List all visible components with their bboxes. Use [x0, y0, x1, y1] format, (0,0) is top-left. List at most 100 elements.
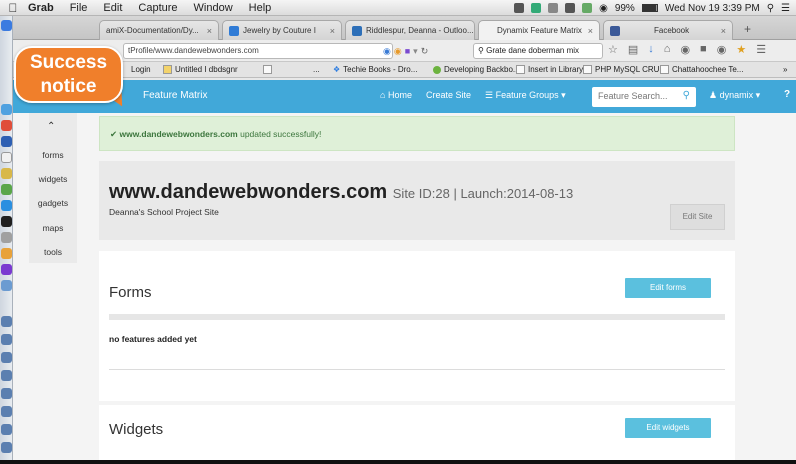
sidebar-item-tools[interactable]: tools	[29, 247, 77, 257]
dock-app-icon[interactable]	[1, 424, 12, 435]
extension-icon[interactable]: ★	[736, 43, 746, 56]
site-domain: www.dandewebwonders.com Site ID:28 | Lau…	[109, 181, 573, 204]
dock-app-icon[interactable]	[1, 370, 12, 381]
section-title: Widgets	[109, 421, 164, 438]
bookmark-item[interactable]: Insert in Library	[516, 65, 583, 74]
menu-file[interactable]: File	[62, 2, 96, 14]
browser-tab-active[interactable]: Dynamix Feature Matrix ×	[478, 20, 600, 40]
menubar-clock[interactable]: Wed Nov 19 3:39 PM	[665, 3, 760, 14]
app-brand[interactable]: Feature Matrix	[143, 90, 207, 101]
menu-icon[interactable]: ☰	[756, 43, 766, 56]
close-icon[interactable]: ×	[588, 26, 593, 36]
dock-app-icon[interactable]	[1, 248, 12, 259]
edit-forms-button[interactable]: Edit forms	[625, 278, 711, 298]
bookmark-item[interactable]: Untitled I dbdsgnr	[163, 65, 238, 74]
reading-list-icon[interactable]: ▤	[628, 43, 638, 56]
dock-app-icon[interactable]	[1, 442, 12, 453]
dock-app-icon[interactable]	[1, 264, 12, 275]
menu-grab[interactable]: Grab	[20, 2, 62, 14]
dock-app-icon[interactable]	[1, 152, 12, 163]
dropdown-icon[interactable]: ▾	[413, 46, 418, 57]
spotlight-icon[interactable]: ⚲	[767, 3, 774, 14]
notification-center-icon[interactable]: ☰	[781, 3, 790, 14]
sidebar-item-maps[interactable]: maps	[29, 223, 77, 233]
nav-feature-groups[interactable]: ☰ Feature Groups ▾	[485, 90, 566, 101]
status-app-icon[interactable]	[548, 3, 559, 13]
caret-down-icon: ▾	[561, 90, 566, 100]
dock-app-icon[interactable]	[1, 316, 12, 327]
dock-app-icon[interactable]	[1, 388, 12, 399]
help-icon[interactable]: ?	[784, 89, 790, 100]
status-app-icon[interactable]	[531, 3, 542, 13]
extension-icon[interactable]: ■	[700, 43, 707, 56]
browser-search-field[interactable]: ⚲ Grate dane doberman mix	[473, 43, 603, 59]
bookmark-item[interactable]	[263, 65, 272, 74]
user-icon: ♟	[709, 90, 718, 100]
feature-search-input[interactable]: Feature Search... ⚲	[592, 87, 696, 107]
browser-tab[interactable]: amiX-Documentation/Dy... ×	[99, 20, 219, 40]
bookmark-item[interactable]: Login	[131, 65, 151, 74]
bookmark-item[interactable]: Developing Backbo...	[433, 65, 520, 74]
sidebar-item-gadgets[interactable]: gadgets	[29, 198, 77, 208]
edit-widgets-button[interactable]: Edit widgets	[625, 418, 711, 438]
menu-capture[interactable]: Capture	[130, 2, 185, 14]
browser-tab[interactable]: Riddlespur, Deanna - Outloo... ×	[345, 20, 475, 40]
nav-create-site[interactable]: Create Site	[426, 90, 471, 101]
download-icon[interactable]: ↓	[648, 43, 654, 56]
star-icon[interactable]: ☆	[608, 43, 618, 56]
success-alert: ✔ www.dandewebwonders.com updated succes…	[99, 116, 735, 151]
bookmark-item[interactable]: PHP MySQL CRU...	[583, 65, 666, 74]
reload-icon[interactable]: ↻	[421, 46, 429, 57]
close-icon[interactable]: ×	[721, 26, 726, 36]
status-app-icon[interactable]	[582, 3, 593, 13]
dock-app-icon[interactable]	[1, 136, 12, 147]
apple-icon[interactable]: 	[6, 1, 20, 15]
home-icon[interactable]: ⌂	[664, 43, 671, 56]
chevron-up-icon[interactable]: ⌃	[47, 121, 55, 132]
extension-icon[interactable]: ◉	[717, 43, 727, 56]
addon-icon[interactable]: ◉	[383, 46, 391, 57]
forms-section: Forms Edit forms no features added yet	[99, 251, 735, 401]
menu-window[interactable]: Window	[186, 2, 241, 14]
dock-app-icon[interactable]	[1, 200, 12, 211]
dock-app-icon[interactable]	[1, 334, 12, 345]
status-app-icon[interactable]	[514, 3, 525, 13]
status-app-icon[interactable]	[565, 3, 576, 13]
browser-tab[interactable]: Jewelry by Couture I ×	[222, 20, 342, 40]
new-tab-icon[interactable]: +	[744, 22, 751, 36]
widgets-section: Widgets Edit widgets	[99, 405, 735, 464]
battery-percent[interactable]: 99%	[615, 3, 635, 14]
addon-icon[interactable]: ◉	[394, 46, 402, 57]
bookmarks-overflow[interactable]: ...	[313, 65, 320, 74]
dock-app-icon[interactable]	[1, 352, 12, 363]
bookmarks-chevron-icon[interactable]: »	[783, 65, 787, 74]
search-icon[interactable]: ⚲	[683, 90, 690, 101]
dock-app-icon[interactable]	[1, 20, 12, 31]
dock-app-icon[interactable]	[1, 120, 12, 131]
user-menu[interactable]: ♟ dynamix ▾	[709, 90, 760, 101]
bookmark-item[interactable]: Chattahoochee Te...	[660, 65, 743, 74]
site-header: www.dandewebwonders.com Site ID:28 | Lau…	[99, 161, 735, 240]
address-bar[interactable]: tProfile/www.dandewebwonders.com	[123, 43, 393, 59]
dock-app-icon[interactable]	[1, 406, 12, 417]
bookmark-item[interactable]: ❖ Techie Books - Dro...	[333, 65, 417, 74]
sidebar-item-forms[interactable]: forms	[29, 150, 77, 160]
dock-app-icon[interactable]	[1, 216, 12, 227]
addon-icon[interactable]: ■	[405, 46, 410, 56]
wifi-icon[interactable]: ◉	[599, 3, 608, 14]
dock-app-icon[interactable]	[1, 232, 12, 243]
close-icon[interactable]: ×	[330, 26, 335, 36]
close-icon[interactable]: ×	[207, 26, 212, 36]
battery-icon[interactable]	[641, 4, 658, 12]
menu-edit[interactable]: Edit	[95, 2, 130, 14]
dock-app-icon[interactable]	[1, 168, 12, 179]
extension-icon[interactable]: ◉	[680, 43, 690, 56]
menu-help[interactable]: Help	[241, 2, 280, 14]
dock-app-icon[interactable]	[1, 280, 12, 291]
browser-tab[interactable]: Facebook ×	[603, 20, 733, 40]
nav-home[interactable]: ⌂ Home	[380, 90, 412, 101]
sidebar-item-widgets[interactable]: widgets	[29, 174, 77, 184]
dock-app-icon[interactable]	[1, 104, 12, 115]
edit-site-button[interactable]: Edit Site	[670, 204, 725, 230]
dock-app-icon[interactable]	[1, 184, 12, 195]
